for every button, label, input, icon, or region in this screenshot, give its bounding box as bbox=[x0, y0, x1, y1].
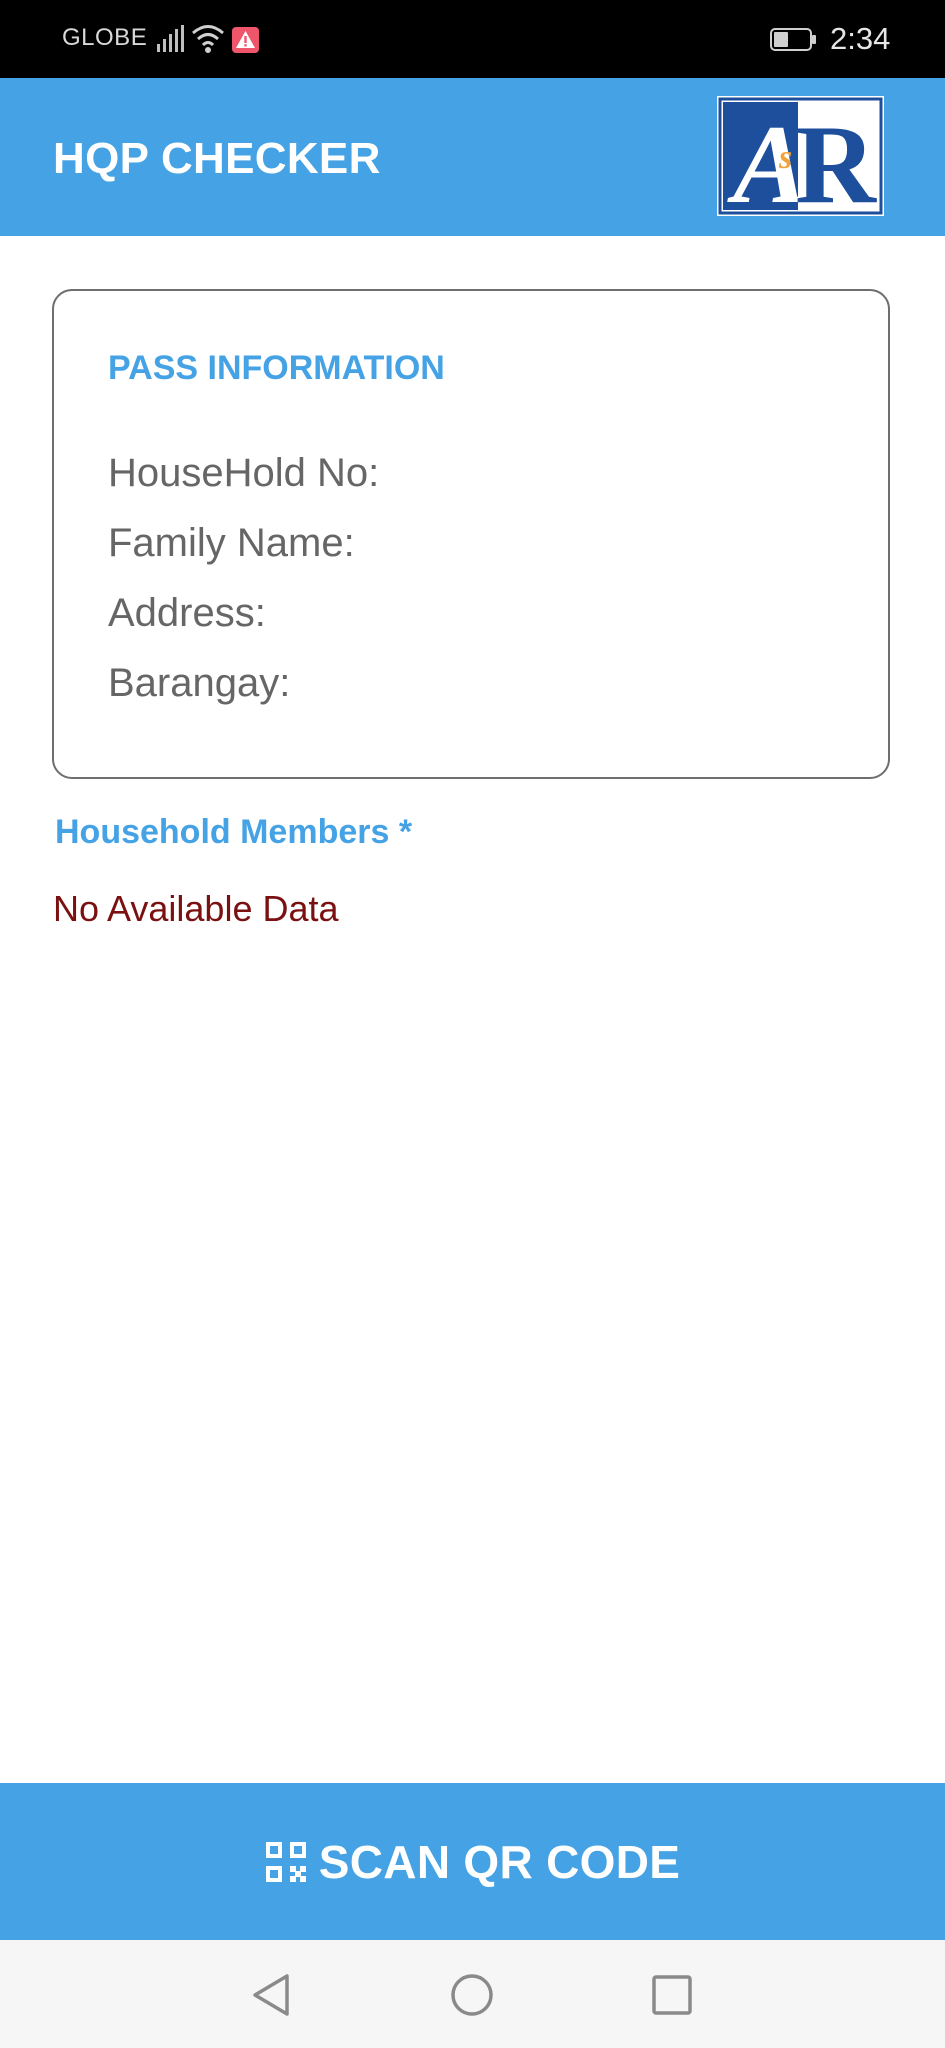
scan-qr-label: SCAN QR CODE bbox=[318, 1835, 681, 1888]
qr-code-icon bbox=[265, 1841, 306, 1882]
address-label: Address: bbox=[108, 591, 266, 635]
clock: 2:34 bbox=[830, 21, 891, 56]
status-bar: GLOBE 2:34 bbox=[0, 0, 945, 78]
household-no-label: HouseHold No: bbox=[108, 451, 380, 495]
no-data-message: No Available Data bbox=[53, 888, 339, 929]
svg-text:R: R bbox=[795, 103, 877, 218]
home-icon[interactable] bbox=[447, 1970, 497, 2020]
recent-apps-icon[interactable] bbox=[647, 1970, 697, 2020]
app-bar: HQP CHECKER A R s bbox=[0, 78, 945, 236]
signal-icon bbox=[157, 25, 184, 52]
scan-qr-button[interactable]: SCAN QR CODE bbox=[0, 1783, 945, 1940]
pass-info-card: PASS INFORMATION HouseHold No: Family Na… bbox=[52, 289, 890, 779]
back-icon[interactable] bbox=[247, 1970, 297, 2020]
family-name-label: Family Name: bbox=[108, 521, 355, 565]
app-title: HQP CHECKER bbox=[53, 134, 381, 183]
barangay-label: Barangay: bbox=[108, 661, 291, 705]
household-members-heading: Household Members * bbox=[55, 813, 413, 851]
carrier-label: GLOBE bbox=[62, 24, 148, 51]
pass-info-heading: PASS INFORMATION bbox=[108, 349, 445, 387]
alert-icon bbox=[232, 27, 259, 53]
app-logo: A R s bbox=[717, 96, 884, 218]
system-nav-bar bbox=[0, 1940, 945, 2048]
svg-text:s: s bbox=[778, 139, 792, 176]
battery-icon bbox=[770, 28, 816, 51]
wifi-icon bbox=[192, 25, 224, 53]
